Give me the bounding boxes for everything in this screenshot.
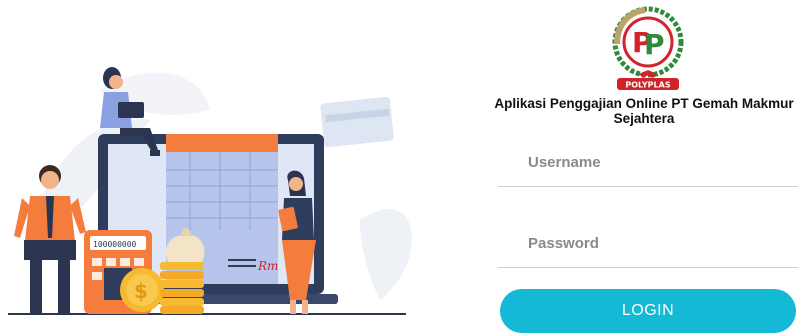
- username-field[interactable]: Username: [498, 148, 798, 188]
- finance-illustration: Rm 100000000 $: [8, 67, 413, 315]
- svg-text:$: $: [134, 279, 148, 303]
- logo-text: POLYPLAS: [625, 81, 670, 90]
- password-input[interactable]: [498, 229, 798, 269]
- login-panel: P P POLYPLAS Aplikasi Penggajian Online …: [494, 0, 798, 333]
- password-field[interactable]: Password: [498, 229, 798, 269]
- login-button[interactable]: LOGIN: [500, 289, 796, 333]
- calculator-display: 100000000: [93, 240, 137, 249]
- polyplas-logo: P P POLYPLAS: [612, 6, 684, 90]
- leaf-decoration-right: [360, 209, 413, 300]
- app-title: Aplikasi Penggajian Online PT Gemah Makm…: [494, 96, 794, 126]
- svg-text:P: P: [644, 28, 665, 61]
- username-input[interactable]: [498, 148, 798, 188]
- signature-text: Rm: [257, 259, 278, 273]
- credit-card: [320, 96, 394, 148]
